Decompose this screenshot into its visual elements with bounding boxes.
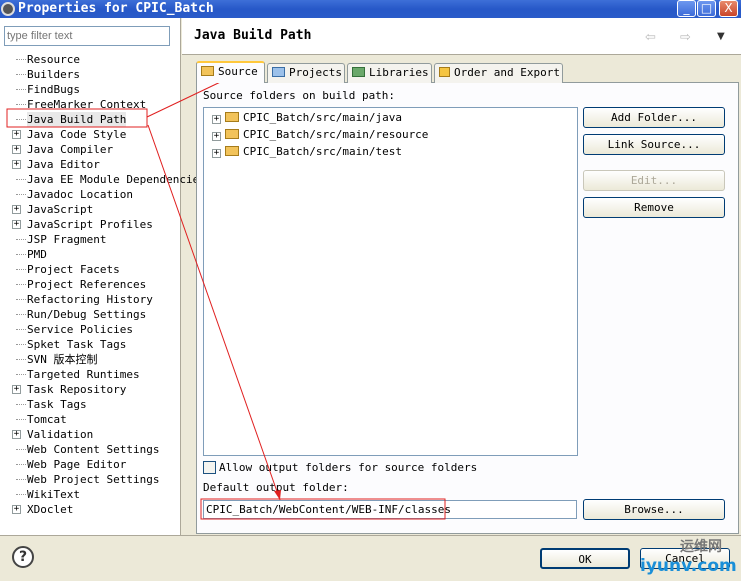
annotation-overlay: [6, 75, 446, 520]
annotation-arrow-output: [147, 124, 281, 501]
annotation-box-java-build-path: [6, 108, 148, 128]
annotation-box-output-folder: [200, 498, 446, 520]
folder-icon: [201, 66, 214, 76]
tab-source[interactable]: Source: [196, 61, 265, 83]
